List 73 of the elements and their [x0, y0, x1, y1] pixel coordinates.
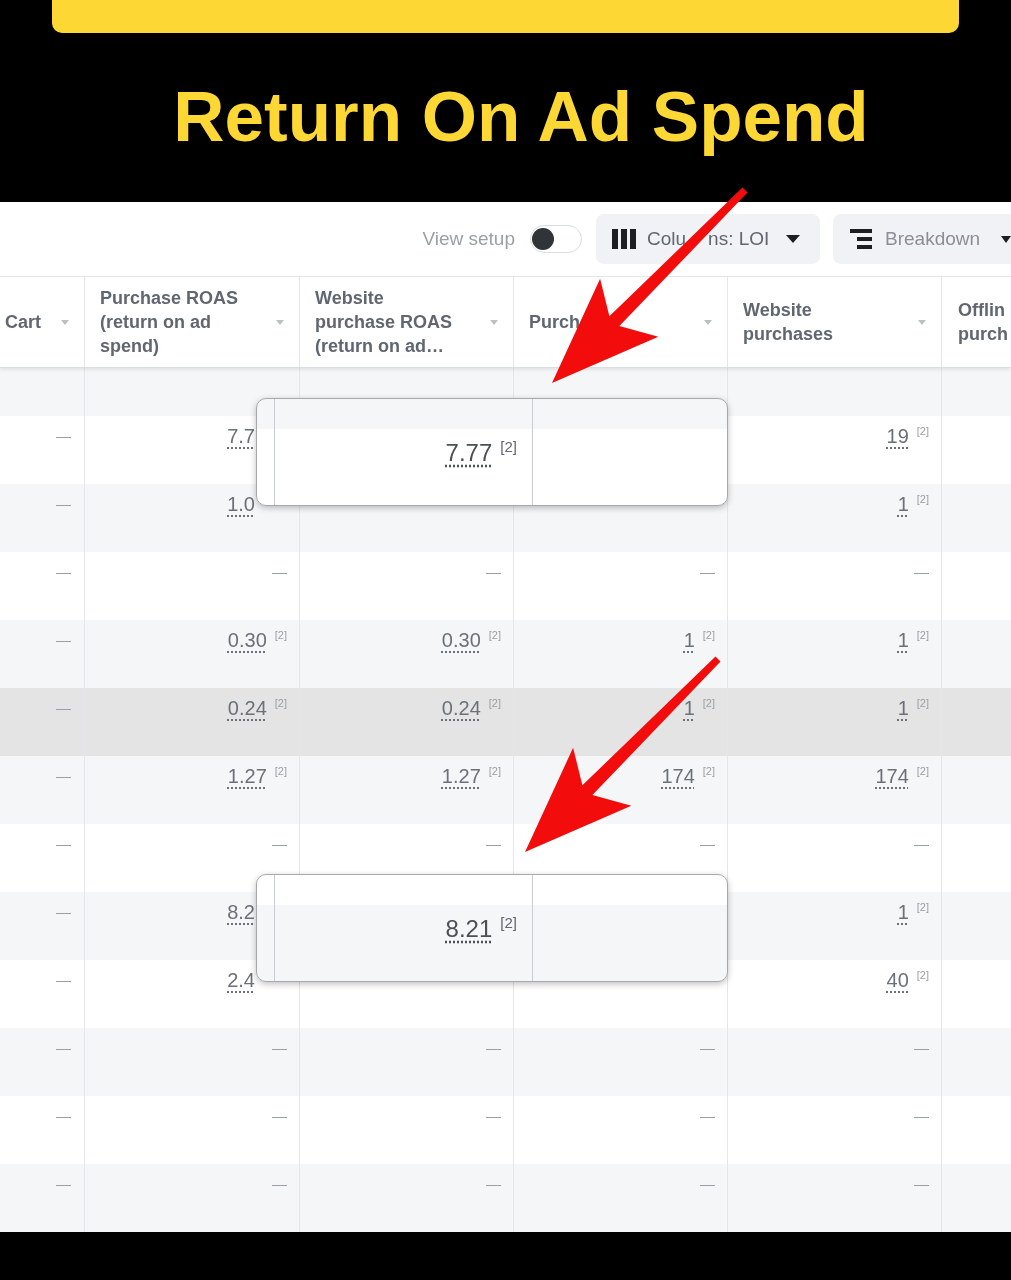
metric-value: 0.24 $^{[2]}$: [227, 697, 287, 719]
metric-value: 0.30 $^{[2]}$: [227, 629, 287, 651]
column-header[interactable]: Website purchase ROAS (return on ad…: [315, 286, 461, 358]
metric-value: —: [56, 1174, 71, 1194]
caret-icon[interactable]: [276, 319, 284, 325]
magnified-value: 7.77 $^{[2]}$: [445, 439, 517, 467]
metric-value: 1.27 $^{[2]}$: [441, 765, 501, 787]
metric-value: 7.7: [227, 425, 255, 447]
metric-value: —: [486, 1038, 501, 1058]
metric-value: —: [56, 902, 71, 922]
metric-value: —: [700, 1174, 715, 1194]
metric-value: —: [56, 494, 71, 514]
view-setup-label: View setup: [422, 226, 515, 251]
metric-value: 8.2: [227, 901, 255, 923]
metric-value: —: [914, 834, 929, 854]
metric-value: 1.0: [227, 493, 255, 515]
metric-value: 19 $^{[2]}$: [886, 425, 929, 447]
caret-icon[interactable]: [704, 319, 712, 325]
metric-value: —: [700, 1038, 715, 1058]
metric-value: 40 $^{[2]}$: [886, 969, 929, 991]
bars-icon: [850, 229, 872, 249]
metric-value: 2.4: [227, 969, 255, 991]
column-header[interactable]: Offlin purch: [958, 298, 1011, 346]
column-header[interactable]: Website purchases: [743, 298, 889, 346]
metric-value: 174 $^{[2]}$: [875, 765, 929, 787]
metric-value: —: [56, 1106, 71, 1126]
metric-value: 1 $^{[2]}$: [683, 629, 715, 651]
column-header[interactable]: Purchase ROAS (return on ad spend): [100, 286, 246, 358]
columns-button[interactable]: Colu ns: LOI: [596, 214, 820, 264]
metric-value: —: [914, 1038, 929, 1058]
metric-value: —: [56, 766, 71, 786]
caret-icon: [1001, 235, 1011, 243]
metric-value: —: [272, 1174, 287, 1194]
breakdown-button[interactable]: Breakdown: [833, 214, 1011, 264]
metric-value: —: [56, 1038, 71, 1058]
metric-value: —: [56, 426, 71, 446]
metric-value: 1 $^{[2]}$: [683, 697, 715, 719]
metric-value: 1 $^{[2]}$: [897, 901, 929, 923]
metric-value: —: [56, 834, 71, 854]
metric-value: —: [914, 1174, 929, 1194]
metric-value: —: [272, 1038, 287, 1058]
caret-icon[interactable]: [918, 319, 926, 325]
metric-value: 1 $^{[2]}$: [897, 493, 929, 515]
metric-value: 1 $^{[2]}$: [897, 629, 929, 651]
columns-icon: [612, 229, 636, 249]
metric-value: —: [700, 1106, 715, 1126]
metric-value: —: [272, 562, 287, 582]
metric-value: —: [700, 834, 715, 854]
metric-value: —: [486, 834, 501, 854]
metric-value: —: [272, 834, 287, 854]
metric-value: 0.24 $^{[2]}$: [441, 697, 501, 719]
metric-value: —: [914, 1106, 929, 1126]
column-header[interactable]: Cart: [5, 310, 41, 334]
metric-value: —: [486, 562, 501, 582]
column-header[interactable]: Purch: [529, 310, 580, 334]
metric-value: —: [56, 970, 71, 990]
metric-value: —: [486, 1106, 501, 1126]
metric-value: 1.27 $^{[2]}$: [227, 765, 287, 787]
caret-icon[interactable]: [490, 319, 498, 325]
metric-value: —: [700, 562, 715, 582]
caret-icon: [786, 235, 800, 243]
metric-value: —: [56, 630, 71, 650]
view-setup-toggle[interactable]: [530, 225, 582, 253]
metric-value: —: [56, 562, 71, 582]
metric-value: —: [914, 562, 929, 582]
metric-value: 174 $^{[2]}$: [661, 765, 715, 787]
magnified-value: 8.21 $^{[2]}$: [445, 915, 517, 943]
metric-value: —: [486, 1174, 501, 1194]
metric-value: —: [272, 1106, 287, 1126]
caret-icon[interactable]: [61, 319, 69, 325]
metric-value: —: [56, 698, 71, 718]
metric-value: 0.30 $^{[2]}$: [441, 629, 501, 651]
metric-value: 1 $^{[2]}$: [897, 697, 929, 719]
